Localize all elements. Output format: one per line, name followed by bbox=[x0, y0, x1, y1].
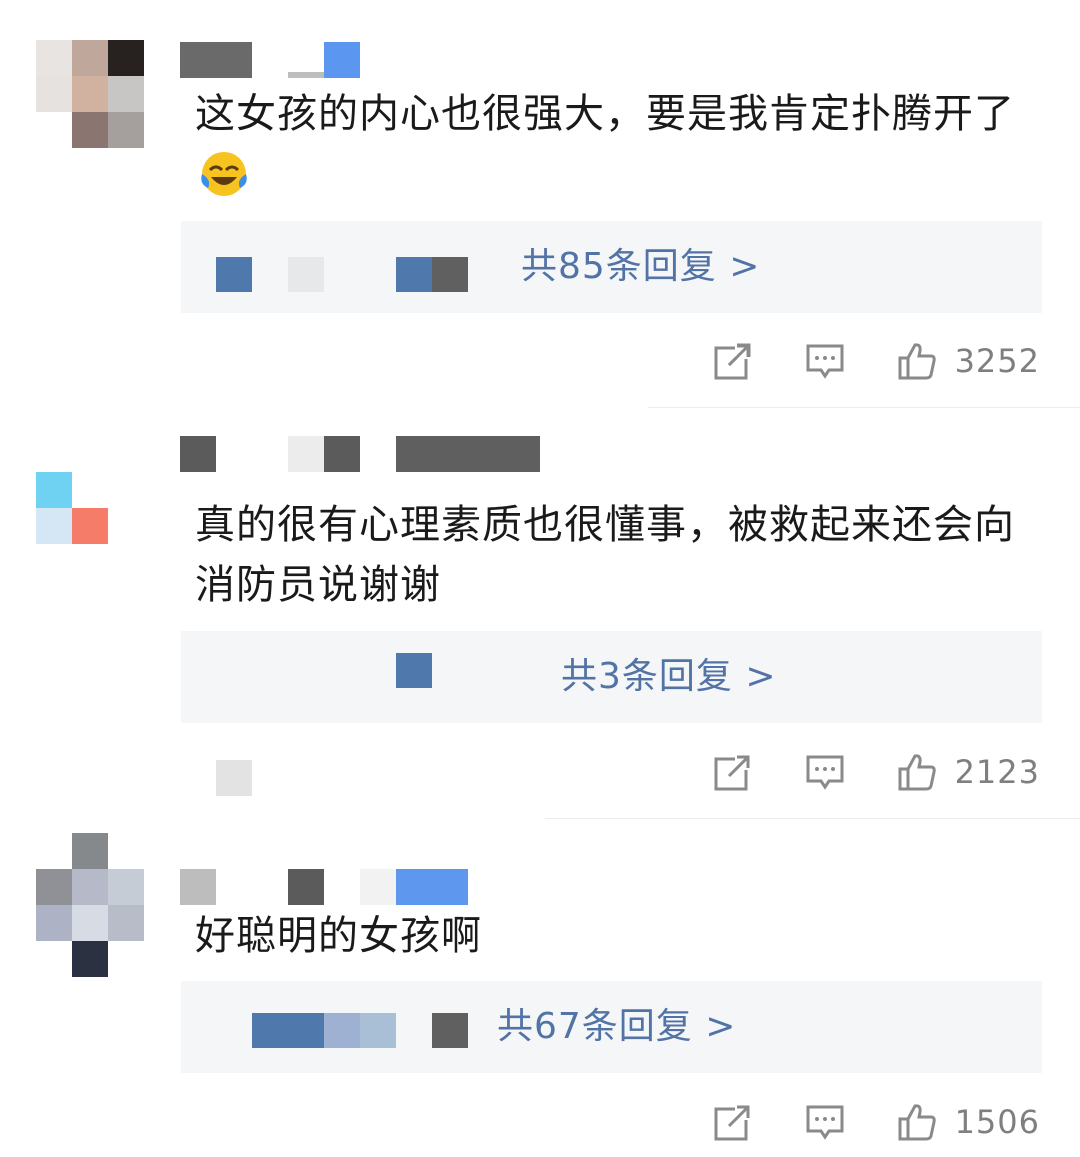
comment-icon[interactable] bbox=[805, 752, 845, 792]
like-icon[interactable] bbox=[897, 752, 937, 792]
divider bbox=[648, 407, 1080, 408]
divider bbox=[545, 818, 1080, 819]
username[interactable] bbox=[180, 436, 540, 472]
reply-preview-box[interactable]: 共3条回复 > bbox=[181, 631, 1042, 723]
action-bar: 1506 bbox=[713, 1097, 1040, 1147]
share-icon[interactable] bbox=[713, 341, 753, 381]
view-replies-link[interactable]: 共67条回复 > bbox=[497, 1003, 736, 1051]
avatar-placeholder bbox=[216, 760, 252, 796]
reply-preview-box[interactable]: 共85条回复 > bbox=[181, 221, 1042, 313]
comment-text: 真的很有心理素质也很懂事，被救起来还会向消防员说谢谢 bbox=[195, 502, 1015, 608]
comment-icon[interactable] bbox=[805, 1102, 845, 1142]
action-bar: 2123 bbox=[713, 747, 1040, 797]
avatar[interactable] bbox=[36, 40, 144, 148]
like-count: 3252 bbox=[954, 342, 1040, 380]
share-icon[interactable] bbox=[713, 752, 753, 792]
avatar[interactable] bbox=[36, 833, 144, 977]
comment-text: 好聪明的女孩啊 bbox=[195, 913, 482, 959]
avatar[interactable] bbox=[36, 436, 144, 544]
like-count: 2123 bbox=[954, 753, 1040, 791]
comment-text: 这女孩的内心也很强大，要是我肯定扑腾开了 bbox=[195, 91, 1015, 137]
comment-icon[interactable] bbox=[805, 341, 845, 381]
like-icon[interactable] bbox=[897, 341, 937, 381]
username[interactable] bbox=[180, 869, 470, 905]
view-replies-link[interactable]: 共3条回复 > bbox=[561, 653, 777, 701]
share-icon[interactable] bbox=[713, 1102, 753, 1142]
action-bar: 3252 bbox=[713, 336, 1040, 386]
like-count: 1506 bbox=[954, 1103, 1040, 1141]
tears-of-joy-emoji bbox=[198, 148, 250, 200]
like-icon[interactable] bbox=[897, 1102, 937, 1142]
reply-preview-box[interactable]: 共67条回复 > bbox=[181, 981, 1042, 1073]
view-replies-link[interactable]: 共85条回复 > bbox=[521, 243, 760, 291]
username[interactable] bbox=[180, 42, 370, 78]
